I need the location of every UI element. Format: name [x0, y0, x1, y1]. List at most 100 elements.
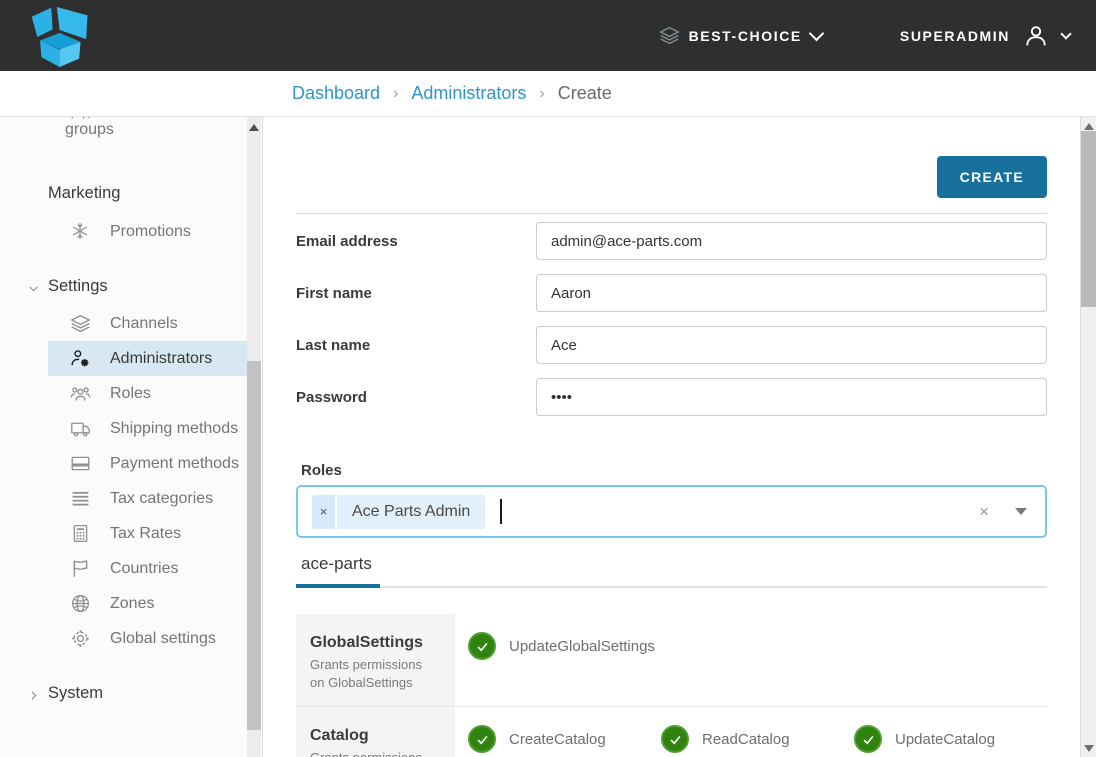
create-button[interactable]: CREATE [937, 156, 1047, 198]
section-title-label: Settings [48, 277, 108, 295]
permission-toggle-updatecatalog[interactable]: UpdateCatalog [854, 725, 1047, 753]
sidebar-item-tax-categories[interactable]: Tax categories [48, 481, 247, 516]
check-circle-icon [468, 725, 496, 753]
sidebar-section-system[interactable]: System [0, 684, 247, 703]
chevron-down-icon [27, 282, 40, 295]
sidebar-item-label: Payment methods [110, 455, 239, 472]
check-circle-icon [468, 632, 496, 660]
email-field[interactable] [536, 222, 1047, 260]
sidebar-item-zones[interactable]: Zones [48, 586, 247, 621]
sidebar-item-label: Promotions [110, 223, 191, 240]
calculator-icon [70, 523, 91, 544]
asterisk-icon [70, 221, 91, 242]
sidebar-item-shipping-methods[interactable]: Shipping methods [48, 411, 247, 446]
user-gear-icon [70, 348, 91, 369]
channel-switcher[interactable]: BEST-CHOICE [659, 25, 822, 46]
clear-icon[interactable]: × [975, 502, 993, 522]
breadcrumb-separator: › [393, 85, 398, 103]
layers-icon [659, 25, 680, 46]
chip-remove-icon[interactable]: × [312, 495, 335, 529]
section-title-label: Marketing [48, 184, 120, 202]
sidebar-item-label: Administrators [110, 350, 212, 367]
permission-row-catalog: Catalog Grants permissions on Products, … [296, 706, 455, 757]
scroll-up-icon[interactable] [1084, 123, 1094, 130]
chip-label: Ace Parts Admin [337, 495, 485, 529]
scroll-down-icon[interactable] [1084, 745, 1094, 752]
sidebar-item-label: Tax Rates [110, 525, 181, 542]
permission-group-title: Catalog [310, 727, 443, 745]
sidebar-item-label: Zones [110, 595, 154, 612]
sidebar-item-tax-rates[interactable]: Tax Rates [48, 516, 247, 551]
section-title-label: System [48, 684, 103, 702]
email-label: Email address [296, 233, 536, 250]
sidebar-item-label: Tax categories [110, 490, 213, 507]
user-menu[interactable]: SUPERADMIN [900, 22, 1070, 50]
main-content: CREATE Email address First name Last nam… [263, 117, 1096, 757]
permission-cells: CreateCatalog ReadCatalog [455, 706, 1047, 757]
admin-create-form: Email address First name Last name Passw… [296, 222, 1047, 538]
sidebar-scrollbar[interactable] [247, 117, 261, 757]
roles-block: Roles × Ace Parts Admin × [296, 462, 1047, 538]
sidebar-item-channels[interactable]: Channels [48, 306, 247, 341]
first-name-field[interactable] [536, 274, 1047, 312]
breadcrumb-separator: › [539, 85, 544, 103]
check-circle-icon [661, 725, 689, 753]
permission-toggle-readcatalog[interactable]: ReadCatalog [661, 725, 854, 753]
layers-icon [70, 313, 91, 334]
scrollbar-thumb[interactable] [247, 361, 261, 730]
sidebar-item-label: groups [65, 121, 114, 138]
sidebar-item-payment-methods[interactable]: Payment methods [48, 446, 247, 481]
chevron-down-icon [809, 25, 825, 41]
channel-tabs: ace-parts [296, 546, 1047, 588]
chevron-right-icon [27, 689, 40, 702]
sidebar-item-global-settings[interactable]: Global settings [48, 621, 247, 656]
sidebar-item-customer-groups[interactable]: groups [48, 117, 247, 144]
sidebar-section-settings[interactable]: Settings [0, 277, 247, 296]
chevron-down-icon [1060, 28, 1071, 39]
breadcrumb-bar: Dashboard › Administrators › Create [0, 71, 1096, 117]
tab-ace-parts[interactable]: ace-parts [296, 546, 380, 588]
channel-label: BEST-CHOICE [689, 28, 802, 44]
permission-label: UpdateGlobalSettings [509, 638, 655, 655]
app-header: BEST-CHOICE SUPERADMIN [0, 0, 1096, 71]
gear-icon [70, 628, 91, 649]
breadcrumb: Dashboard › Administrators › Create [292, 83, 612, 104]
main-scrollbar[interactable] [1080, 117, 1096, 757]
sidebar-item-countries[interactable]: Countries [48, 551, 247, 586]
permission-label: ReadCatalog [702, 731, 790, 748]
text-cursor [500, 499, 502, 524]
sidebar-item-roles[interactable]: Roles [48, 376, 247, 411]
sidebar-item-promotions[interactable]: Promotions [48, 214, 247, 249]
scrollbar-thumb[interactable] [1081, 131, 1096, 307]
breadcrumb-current: Create [558, 83, 612, 104]
permission-group-description: Grants permissions on Products, Facets [310, 749, 428, 757]
check-circle-icon [854, 725, 882, 753]
permission-group-title: GlobalSettings [310, 634, 443, 652]
breadcrumb-administrators[interactable]: Administrators [411, 83, 526, 104]
globe-icon [70, 593, 91, 614]
form-row-first-name: First name [296, 274, 1047, 312]
sidebar-section-marketing: Marketing [0, 184, 247, 203]
form-row-last-name: Last name [296, 326, 1047, 364]
sidebar-item-label: Countries [110, 560, 178, 577]
sidebar-item-label: Global settings [110, 630, 216, 647]
sidebar-item-administrators[interactable]: Administrators [48, 341, 247, 376]
form-row-email: Email address [296, 222, 1047, 260]
app-logo-icon [24, 7, 98, 67]
last-name-field[interactable] [536, 326, 1047, 364]
flag-icon [70, 558, 91, 579]
roles-label: Roles [296, 462, 1047, 479]
permission-toggle-createcatalog[interactable]: CreateCatalog [468, 725, 661, 753]
list-icon [70, 488, 91, 509]
user-label: SUPERADMIN [900, 28, 1010, 44]
scroll-up-icon[interactable] [249, 124, 259, 131]
breadcrumb-dashboard[interactable]: Dashboard [292, 83, 380, 104]
password-field[interactable] [536, 378, 1047, 416]
password-label: Password [296, 389, 536, 406]
truck-icon [70, 418, 91, 439]
users-icon [70, 117, 91, 122]
sidebar-item-label: Roles [110, 385, 151, 402]
permission-toggle-updateglobalsettings[interactable]: UpdateGlobalSettings [468, 632, 661, 660]
chevron-down-icon[interactable] [1015, 508, 1027, 515]
roles-select[interactable]: × Ace Parts Admin × [296, 485, 1047, 538]
